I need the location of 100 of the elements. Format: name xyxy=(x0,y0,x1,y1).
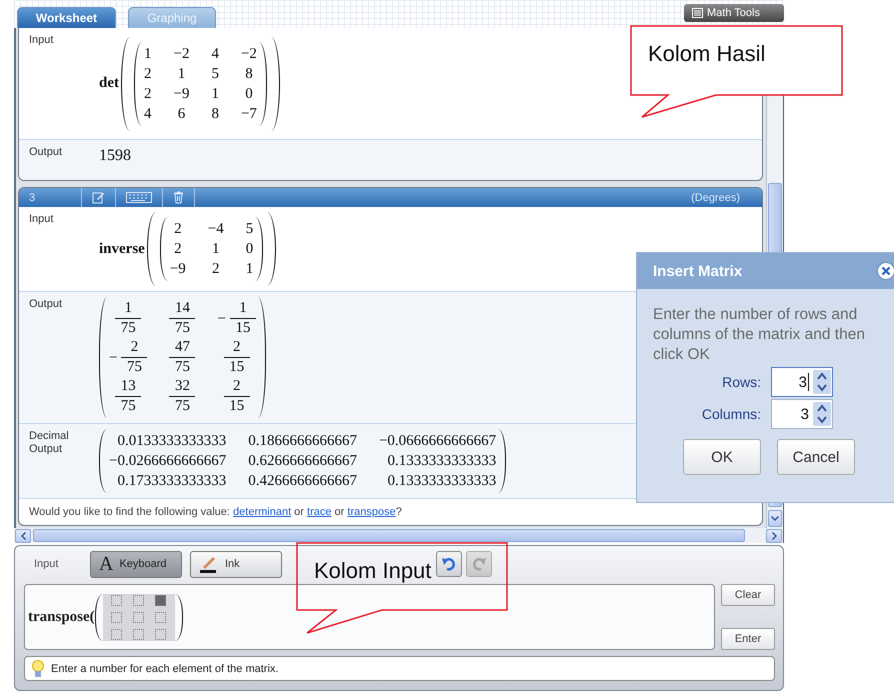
row-label: Decimal Output xyxy=(28,429,70,457)
dialog-button[interactable]: Cancel xyxy=(777,439,855,475)
placeholder-slot[interactable] xyxy=(155,594,166,606)
row-label: Output xyxy=(28,145,64,160)
matrix-entry: 0.0133333333333 xyxy=(116,432,226,451)
mode-button[interactable]: Ink xyxy=(190,550,282,578)
function-name: det xyxy=(99,75,119,92)
matrix-entry: 5 xyxy=(246,220,254,239)
suggestion-text: Would you like to find the following value: determinant or trace or transpose? xyxy=(28,505,403,520)
horizontal-scrollbar[interactable] xyxy=(14,528,784,543)
minus-sign: − xyxy=(109,348,118,368)
dialog-title: Insert Matrix xyxy=(653,262,742,280)
trash-icon[interactable] xyxy=(173,191,184,204)
placeholder-slot[interactable] xyxy=(111,628,122,640)
matrix-entry: −2 xyxy=(174,44,190,64)
placeholder-slot[interactable] xyxy=(155,612,166,622)
fraction: 32 75 xyxy=(169,377,196,416)
redo-icon xyxy=(471,556,487,572)
suggestion-link[interactable]: determinant xyxy=(233,506,292,518)
fraction: 2 75 xyxy=(121,338,148,377)
expression-field[interactable]: transpose( xyxy=(24,584,715,650)
matrix-entry: −2 xyxy=(240,44,257,64)
matrix-entry: −4 xyxy=(208,220,224,239)
placeholder-slot[interactable] xyxy=(111,594,122,606)
matrix-entry: −7 xyxy=(240,104,257,124)
edit-icon[interactable] xyxy=(92,191,105,204)
matrix-entry: 0 xyxy=(244,84,254,104)
callout-text: Kolom Input xyxy=(314,558,432,584)
matrix-entry: 2 xyxy=(173,220,183,239)
row-label: Input xyxy=(28,33,54,48)
keyboard-icon[interactable] xyxy=(126,192,152,203)
matrix-entry: 0.1733333333333 xyxy=(116,472,226,491)
placeholder-slot[interactable] xyxy=(155,628,166,640)
dialog-button[interactable]: OK xyxy=(683,439,761,475)
fraction: 1 75 xyxy=(115,299,142,338)
matrix-entry: 0.1333333333333 xyxy=(386,452,496,471)
list-icon xyxy=(692,8,703,18)
pen-icon xyxy=(199,555,219,573)
matrix-entry: −9 xyxy=(174,84,190,104)
undo-button[interactable] xyxy=(436,551,462,577)
math-tools-button[interactable]: Math Tools xyxy=(684,4,784,22)
fraction: 2 15 xyxy=(224,338,250,377)
matrix-entry: −0.0266666666667 xyxy=(109,452,226,471)
matrix-entry: 8 xyxy=(244,64,254,84)
placeholder-slot[interactable] xyxy=(111,612,122,622)
fraction: 1 15 xyxy=(230,299,256,338)
number-field[interactable]: 3 xyxy=(771,367,833,397)
field-label: Rows: xyxy=(722,374,761,390)
matrix-entry: 1 xyxy=(144,44,152,64)
matrix-entry: 6 xyxy=(176,104,186,124)
lightbulb-icon xyxy=(31,660,45,678)
matrix-entry: 0 xyxy=(246,240,254,259)
matrix-entry: 0.6266666666667 xyxy=(248,452,357,471)
matrix-entry: 8 xyxy=(211,104,219,124)
spinner-arrows-icon[interactable] xyxy=(812,401,832,427)
matrix-entry: 4 xyxy=(144,104,152,124)
matrix-template[interactable] xyxy=(102,594,175,640)
matrix-entry: 0.4266666666667 xyxy=(248,472,357,491)
entry-number: 3 xyxy=(19,188,82,207)
dialog-message: Enter the number of rows and columns of the matrix and then click OK xyxy=(652,305,866,365)
matrix-entry: −9 xyxy=(170,260,186,279)
matrix-entry: 4 xyxy=(211,44,219,64)
field-label: Columns: xyxy=(702,406,761,422)
matrix-entry: 1 xyxy=(211,240,221,259)
undo-icon xyxy=(441,556,457,572)
callout-text: Kolom Hasil xyxy=(648,41,766,67)
suggestion-link[interactable]: trace xyxy=(307,506,332,518)
minus-sign: − xyxy=(217,310,226,328)
mode-button[interactable]: A Keyboard xyxy=(90,550,182,578)
hint-text: Enter a number for each element of the matrix. xyxy=(51,662,278,674)
row-label: Output xyxy=(28,297,64,312)
row-label: Input xyxy=(28,212,54,227)
matrix-entry: 0.1866666666667 xyxy=(248,432,357,451)
matrix-entry: 2 xyxy=(173,240,183,259)
close-icon[interactable] xyxy=(877,262,894,280)
placeholder-slot[interactable] xyxy=(133,594,144,606)
matrix-entry: 1 xyxy=(211,84,219,104)
number-field[interactable]: 3 xyxy=(771,399,833,429)
tab[interactable]: Worksheet xyxy=(17,7,116,28)
placeholder-slot[interactable] xyxy=(133,628,144,640)
placeholder-slot[interactable] xyxy=(133,612,144,622)
output-value: 1598 xyxy=(99,146,131,165)
action-button[interactable]: Clear xyxy=(721,584,775,606)
angle-mode: (Degrees) xyxy=(691,192,741,204)
matrix-entry: 1 xyxy=(246,260,254,279)
matrix-entry: 2 xyxy=(144,64,152,84)
matrix-entry: 2 xyxy=(211,260,221,279)
matrix-entry: −0.0666666666667 xyxy=(378,432,496,451)
matrix-entry: 2 xyxy=(144,84,152,104)
fraction: 2 15 xyxy=(224,377,250,416)
matrix-entry: 1 xyxy=(176,64,186,84)
fraction: 13 75 xyxy=(115,377,142,416)
spinner-arrows-icon[interactable] xyxy=(812,369,832,395)
suggestion-link[interactable]: transpose xyxy=(347,506,396,518)
function-name: inverse xyxy=(99,240,145,258)
input-label: Input xyxy=(33,558,60,570)
action-button[interactable]: Enter xyxy=(721,628,775,650)
matrix-entry: 0.1333333333333 xyxy=(386,472,496,491)
matrix-entry: 5 xyxy=(211,64,219,84)
fraction: 47 75 xyxy=(169,338,196,377)
